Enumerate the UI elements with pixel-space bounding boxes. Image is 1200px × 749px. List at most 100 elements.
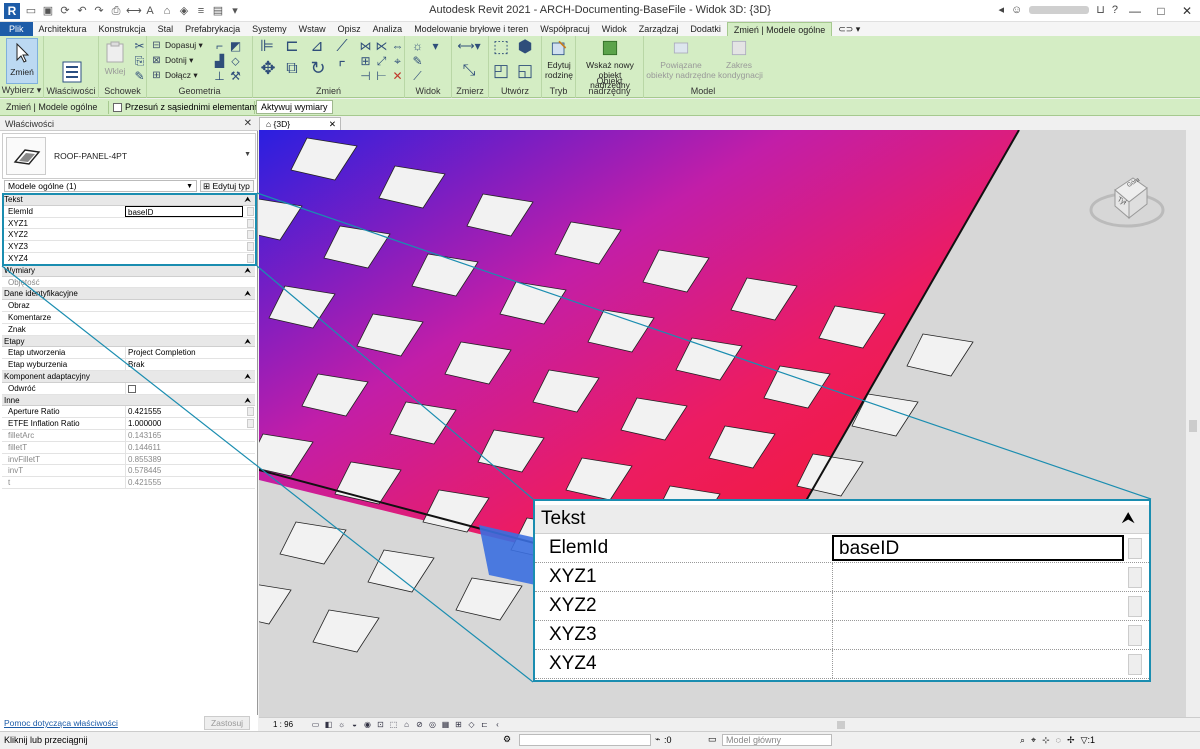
wall-joins-icon[interactable]: ⌐ [213,40,226,53]
property-category[interactable]: Tekst ⮝ [2,194,255,206]
scope-box-button[interactable]: Zakres kondygnacji [718,38,763,80]
property-row[interactable]: Komentarze [2,312,255,324]
analytical-icon[interactable]: ⊞ [454,720,463,729]
property-row[interactable]: XYZ3 [2,241,255,253]
property-value[interactable]: 1.000000 [125,418,243,430]
copy-element-icon[interactable]: ⧉ [283,61,301,80]
type-selector[interactable]: ROOF-PANEL-4PT ▼ [2,133,256,179]
value-button[interactable] [247,206,254,216]
value-button[interactable] [247,419,254,429]
callout-property-value[interactable] [832,563,1124,591]
property-row[interactable]: XYZ2 [2,229,255,242]
create-parts-icon[interactable]: ◰ [491,62,511,84]
tab-zmien-modele-ogolne[interactable]: Zmień | Modele ogólne [726,21,833,37]
highlight-displacement-icon[interactable]: ◇ [467,720,476,729]
beam-join-icon[interactable]: ⊥ [213,70,226,83]
create-assembly-icon[interactable]: ⬢ [515,38,535,60]
collapse-chevron-icon[interactable]: ⮝ [1121,505,1135,533]
value-button[interactable] [247,218,254,228]
apply-button[interactable]: Zastosuj [204,716,250,730]
demolish-icon[interactable]: ⬦ [229,55,242,68]
extend-icon[interactable]: ⊢ [375,70,388,83]
view-tab-3d[interactable]: ⌂ {3D} ✕ [259,117,341,130]
property-row[interactable]: XYZ4 [2,253,255,265]
value-button[interactable] [1128,538,1142,559]
close-icon[interactable]: ✕ [329,118,336,130]
sun-path-icon[interactable]: ☼ [337,720,346,729]
array-icon[interactable]: ⊞ [359,55,372,68]
property-row[interactable]: Odwróć [2,382,255,395]
measure-between-icon[interactable]: ⟷▾ [456,40,482,53]
maximize-icon[interactable]: □ [1148,0,1174,22]
value-button[interactable] [247,253,254,263]
tab-architektura[interactable]: Architektura [33,22,93,36]
cut-icon[interactable]: ✂ [133,40,146,53]
property-row[interactable]: XYZ1 [2,218,255,230]
callout-property-value[interactable] [832,592,1124,620]
offset-icon[interactable]: ⊏ [283,39,301,58]
property-value[interactable]: 0.855389 [125,453,243,466]
hide-bulb-icon[interactable]: ☼ [411,40,424,53]
property-row[interactable]: ETFE Inflation Ratio 1.000000 [2,418,255,430]
property-value[interactable]: baseID [125,205,243,217]
callout-property-row[interactable]: XYZ2 [535,592,1149,621]
value-button[interactable] [1128,654,1142,675]
property-row[interactable]: filletArc 0.143165 [2,429,255,442]
properties-button[interactable] [58,60,86,86]
collapse-chevron-icon[interactable]: ⮝ [244,265,251,277]
create-group-icon[interactable]: ⬚ [491,38,511,60]
crop-region-icon[interactable]: ⬚ [389,720,398,729]
value-button[interactable] [1128,625,1142,646]
chevron-down-icon[interactable]: ▼ [244,151,251,158]
shadows-icon[interactable]: ◒ [350,720,359,729]
collapse-chevron-icon[interactable]: ⮝ [244,288,251,300]
select-pinned-icon[interactable]: ⊹ [1042,735,1050,746]
property-row[interactable]: Znak [2,324,255,336]
callout-property-row[interactable]: ElemId baseID [535,534,1149,563]
callout-property-value[interactable] [832,650,1124,678]
worksharing-icon[interactable]: ▦ [441,720,450,729]
delete-icon[interactable]: ✕ [391,70,404,83]
render-icon[interactable]: ◉ [363,720,372,729]
callout-property-row[interactable]: XYZ4 [535,650,1149,679]
split-icon[interactable]: ⋈ [359,40,372,53]
dimension-icon[interactable]: ⤡ [456,63,482,82]
unpin-icon[interactable]: ⇔ [391,40,404,53]
select-links-icon[interactable]: ⌕ [1020,735,1025,746]
join-button[interactable]: ⊞ Dołącz ▾ [151,70,197,81]
property-value[interactable]: 0.144611 [125,441,243,454]
callout-category-row[interactable]: Tekst ⮝ [535,505,1149,534]
filter-icon[interactable]: ▽:1 [1081,735,1095,746]
minimize-icon[interactable]: — [1122,0,1148,22]
property-row[interactable]: Etap wyburzenia Brak [2,359,255,371]
property-category[interactable]: Komponent adaptacyjny ⮝ [2,370,255,383]
collapse-chevron-icon[interactable]: ⮝ [244,395,251,407]
properties-help-link[interactable]: Pomoc dotycząca właściwości [4,718,118,728]
scroll-left-icon[interactable]: ‹ [493,720,502,729]
property-value[interactable]: 0.578445 [125,465,243,478]
mirror-draw-icon[interactable]: ⟋ [333,39,351,58]
cart-icon[interactable]: ⊔ [1096,3,1105,16]
paint-icon[interactable]: ▟ [213,55,226,68]
tab-analiza[interactable]: Analiza [367,22,409,36]
lock-3d-icon[interactable]: ⌂ [402,720,411,729]
linework-icon[interactable]: ⟋ [411,70,424,83]
override-graphics-icon[interactable]: ▾ [429,40,442,53]
user-name[interactable] [1029,5,1090,14]
property-checkbox[interactable] [125,382,243,395]
workset-select[interactable] [519,734,651,746]
tab-modelowanie[interactable]: Modelowanie bryłowe i teren [408,22,534,36]
close-icon[interactable]: ✕ [244,117,252,131]
move-with-nearby-checkbox[interactable]: Przesuń z sąsiednimi elementami [113,102,259,112]
tab-wspolpracuj[interactable]: Współpracuj [534,22,596,36]
mirror-axis-icon[interactable]: ⊿ [308,39,326,58]
checkbox-box[interactable] [113,102,122,112]
collapse-chevron-icon[interactable]: ⮝ [244,371,251,383]
panel-label-wybierz[interactable]: Wybierz ▾ [0,85,43,96]
tab-prefabrykacja[interactable]: Prefabrykacja [179,22,246,36]
tab-widok[interactable]: Widok [596,22,633,36]
crop-icon[interactable]: ⊡ [376,720,385,729]
create-similar-icon[interactable]: ◱ [515,62,535,84]
edit-type-button[interactable]: ⊞ Edytuj typ [200,180,254,192]
scrollbar-thumb[interactable] [1189,420,1197,432]
